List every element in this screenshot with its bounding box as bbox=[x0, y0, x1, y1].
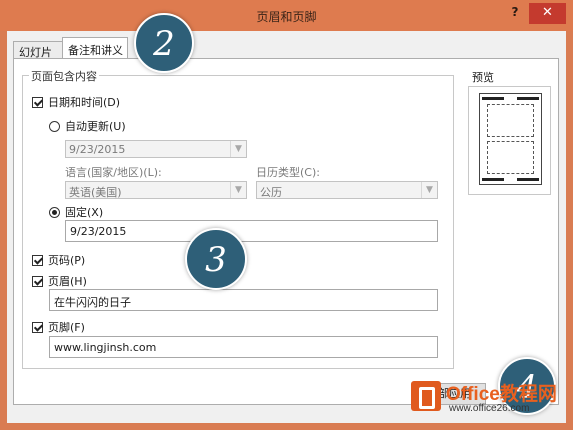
chevron-down-icon: ▼ bbox=[230, 141, 246, 157]
calendar-type-select[interactable]: 公历 ▼ bbox=[256, 181, 438, 199]
auto-update-row[interactable]: 自动更新(U) bbox=[49, 118, 126, 134]
preview-label: 预览 bbox=[472, 71, 494, 84]
auto-update-date-select[interactable]: 9/23/2015 ▼ bbox=[65, 140, 247, 158]
fixed-date-input[interactable]: 9/23/2015 bbox=[65, 220, 438, 242]
footer-checkbox[interactable] bbox=[32, 322, 43, 333]
include-on-page-group: 页面包含内容 日期和时间(D) 自动更新(U) 9/23/2015 ▼ 语言(国… bbox=[22, 68, 454, 369]
step-badge-3: 3 bbox=[185, 228, 247, 290]
footer-label: 页脚(F) bbox=[48, 321, 85, 334]
tab-panel: 页面包含内容 日期和时间(D) 自动更新(U) 9/23/2015 ▼ 语言(国… bbox=[13, 58, 559, 405]
fixed-row[interactable]: 固定(X) bbox=[49, 204, 103, 220]
chevron-down-icon: ▼ bbox=[421, 182, 437, 198]
header-checkbox[interactable] bbox=[32, 276, 43, 287]
watermark-brand: Office教程网 bbox=[446, 384, 557, 405]
date-time-label: 日期和时间(D) bbox=[48, 96, 121, 109]
language-label: 语言(国家/地区)(L): bbox=[65, 166, 162, 179]
dialog-client: 幻灯片 备注和讲义 页面包含内容 日期和时间(D) 自动更新(U) 9/23/2… bbox=[7, 31, 566, 423]
language-select[interactable]: 英语(美国) ▼ bbox=[65, 181, 247, 199]
footer-row[interactable]: 页脚(F) bbox=[32, 319, 85, 335]
step-badge-2: 2 bbox=[134, 13, 194, 73]
calendar-type-label: 日历类型(C): bbox=[256, 166, 320, 179]
office-logo-icon bbox=[411, 381, 441, 411]
tab-notes-handouts[interactable]: 备注和讲义 bbox=[62, 37, 128, 59]
header-row[interactable]: 页眉(H) bbox=[32, 273, 87, 289]
dialog-title: 页眉和页脚 bbox=[256, 10, 317, 24]
page-number-row[interactable]: 页码(P) bbox=[32, 252, 85, 268]
page-number-checkbox[interactable] bbox=[32, 255, 43, 266]
help-button[interactable]: ? bbox=[507, 5, 523, 21]
header-input[interactable]: 在牛闪闪的日子 bbox=[49, 289, 438, 311]
group-legend: 页面包含内容 bbox=[29, 68, 99, 84]
calendar-type-value: 公历 bbox=[260, 186, 282, 199]
language-value: 英语(美国) bbox=[69, 186, 122, 199]
auto-update-date-value: 9/23/2015 bbox=[69, 143, 126, 156]
preview-page-icon bbox=[479, 93, 542, 185]
header-label: 页眉(H) bbox=[48, 275, 87, 288]
page-number-label: 页码(P) bbox=[48, 254, 86, 267]
preview-box bbox=[468, 86, 551, 195]
auto-update-radio[interactable] bbox=[49, 121, 60, 132]
watermark-url: www.office26.com bbox=[449, 403, 530, 414]
date-time-checkbox[interactable] bbox=[32, 97, 43, 108]
footer-input[interactable]: www.lingjinsh.com bbox=[49, 336, 438, 358]
date-time-row[interactable]: 日期和时间(D) bbox=[32, 94, 120, 110]
title-bar[interactable]: 页眉和页脚 ? ✕ bbox=[0, 0, 573, 31]
auto-update-label: 自动更新(U) bbox=[65, 120, 126, 133]
chevron-down-icon: ▼ bbox=[230, 182, 246, 198]
close-button[interactable]: ✕ bbox=[529, 3, 566, 24]
fixed-label: 固定(X) bbox=[65, 206, 104, 219]
tab-slides[interactable]: 幻灯片 bbox=[13, 41, 63, 59]
fixed-radio[interactable] bbox=[49, 207, 60, 218]
dialog-window: 页眉和页脚 ? ✕ 幻灯片 备注和讲义 页面包含内容 日期和时间(D) 自动更新… bbox=[0, 0, 573, 430]
